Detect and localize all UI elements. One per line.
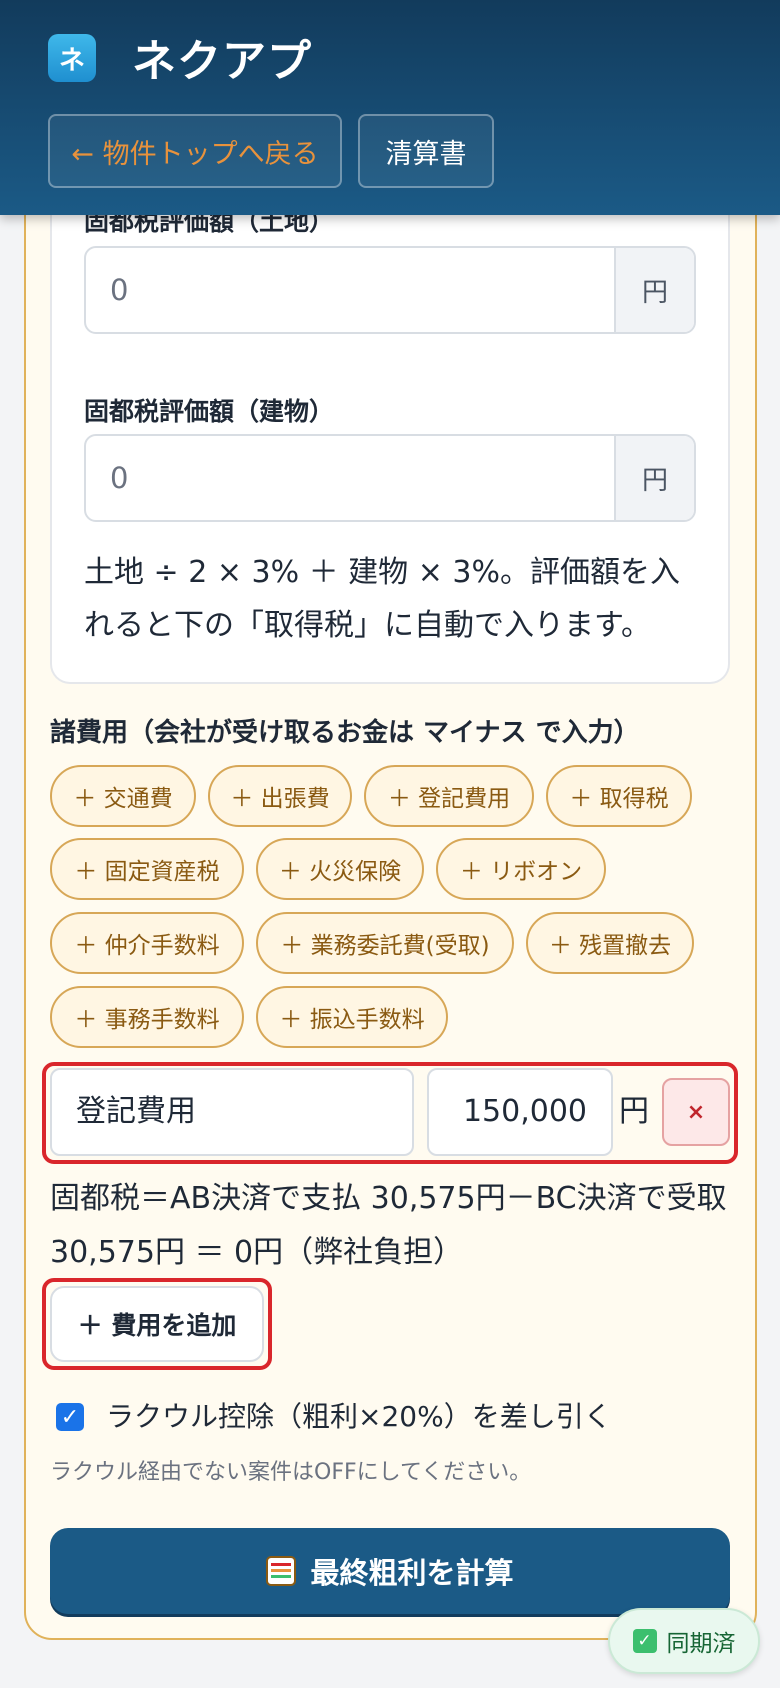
rakuuru-hint: ラクウル経由でない案件はOFFにしてください。 — [50, 1460, 532, 1485]
app-header: ネ ネクアプ ← 物件トップへ戻る 清算書 — [0, 0, 780, 215]
expense-amount-unit: 円 — [619, 1094, 649, 1129]
chip-outsourcing[interactable]: ＋ 業務委託費(受取) — [256, 912, 514, 974]
chip-transport[interactable]: ＋ 交通費 — [50, 765, 196, 827]
app-title: ネクアプ — [132, 36, 312, 87]
chip-fire-insurance[interactable]: ＋ 火災保険 — [256, 838, 424, 900]
building-eval-label: 固都税評価額（建物） — [84, 397, 335, 426]
sync-status-label: 同期済 — [666, 1631, 736, 1657]
rakuuru-checkbox[interactable]: ✓ — [56, 1403, 84, 1431]
chip-brokerage[interactable]: ＋ 仲介手数料 — [50, 912, 244, 974]
chip-transfer-fee[interactable]: ＋ 振込手数料 — [256, 986, 448, 1048]
expenses-title: 諸費用（会社が受け取るお金は マイナス で入力） — [50, 718, 640, 748]
expense-delete-button[interactable]: × — [662, 1078, 730, 1146]
add-expense-button[interactable]: ＋ 費用を追加 — [50, 1286, 264, 1362]
rakuuru-checkbox-label[interactable]: ラクウル控除（粗利×20%）を差し引く — [106, 1396, 612, 1438]
building-eval-unit: 円 — [614, 436, 694, 520]
tax-eval-note: 土地 ÷ 2 × 3% ＋ 建物 × 3%。評価額を入れると下の「取得税」に自動… — [84, 555, 680, 643]
property-tax-calc-note: 固都税＝AB決済で支払 30,575円－BC決済で受取 30,575円 ＝ 0円… — [50, 1181, 727, 1270]
chip-registration[interactable]: ＋ 登記費用 — [364, 765, 534, 827]
land-eval-unit: 円 — [614, 248, 694, 332]
settlement-doc-button[interactable]: 清算書 — [358, 114, 494, 188]
app-logo: ネ — [48, 34, 96, 82]
calculate-profit-label: 最終粗利を計算 — [310, 1556, 514, 1590]
chip-business-trip[interactable]: ＋ 出張費 — [208, 765, 352, 827]
sync-status-badge: ✓ 同期済 — [608, 1608, 760, 1674]
chip-leftover-removal[interactable]: ＋ 残置撤去 — [526, 912, 694, 974]
chip-ribon[interactable]: ＋ リボオン — [436, 838, 606, 900]
chip-acquisition-tax[interactable]: ＋ 取得税 — [546, 765, 692, 827]
abacus-icon — [266, 1556, 297, 1586]
building-eval-field[interactable]: 0 円 — [84, 434, 696, 522]
chip-property-tax[interactable]: ＋ 固定資産税 — [50, 838, 244, 900]
back-to-property-button[interactable]: ← 物件トップへ戻る — [48, 114, 342, 188]
land-eval-field[interactable]: 0 円 — [84, 246, 696, 334]
building-eval-value: 0 — [110, 461, 129, 495]
check-icon: ✓ — [632, 1629, 657, 1653]
chip-admin-fee[interactable]: ＋ 事務手数料 — [50, 986, 244, 1048]
land-eval-value: 0 — [110, 273, 129, 307]
calculate-profit-button[interactable]: 最終粗利を計算 — [50, 1528, 730, 1614]
expense-name-input[interactable]: 登記費用 — [50, 1068, 414, 1156]
expense-amount-input[interactable]: 150,000 — [427, 1068, 613, 1156]
